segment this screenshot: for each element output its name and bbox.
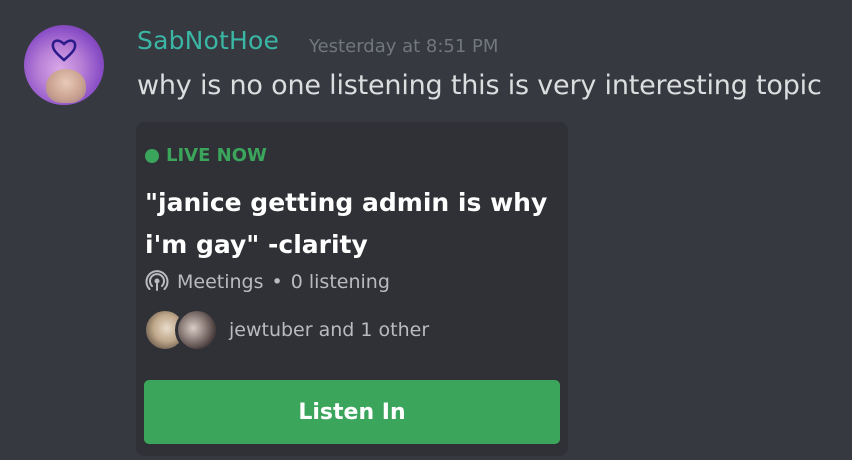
avatar-face bbox=[46, 69, 86, 103]
live-label: LIVE NOW bbox=[166, 145, 267, 166]
stage-topic-line-1: "janice getting admin is why bbox=[145, 188, 548, 217]
heart-icon bbox=[51, 39, 77, 62]
message-text: why is no one listening this is very int… bbox=[137, 70, 822, 101]
message-timestamp: Yesterday at 8:51 PM bbox=[309, 36, 499, 57]
listen-in-button[interactable]: Listen In bbox=[144, 380, 560, 444]
speaker-avatar bbox=[175, 308, 219, 352]
stage-icon bbox=[145, 270, 169, 291]
username[interactable]: SabNotHoe bbox=[137, 26, 279, 55]
speakers-text: jewtuber and 1 other bbox=[229, 319, 430, 341]
live-indicator: LIVE NOW bbox=[145, 145, 267, 166]
stage-topic: "janice getting admin is why i'm gay" -c… bbox=[145, 182, 555, 266]
channel-name: Meetings bbox=[177, 271, 264, 293]
stage-meta: Meetings • 0 listening bbox=[145, 270, 390, 294]
meta-separator: • bbox=[271, 271, 283, 293]
listener-count: 0 listening bbox=[290, 271, 390, 293]
stage-topic-line-2: i'm gay" -clarity bbox=[145, 230, 368, 259]
live-dot-icon bbox=[145, 148, 159, 163]
user-avatar[interactable] bbox=[24, 25, 104, 105]
speakers-row: jewtuber and 1 other bbox=[143, 308, 429, 352]
